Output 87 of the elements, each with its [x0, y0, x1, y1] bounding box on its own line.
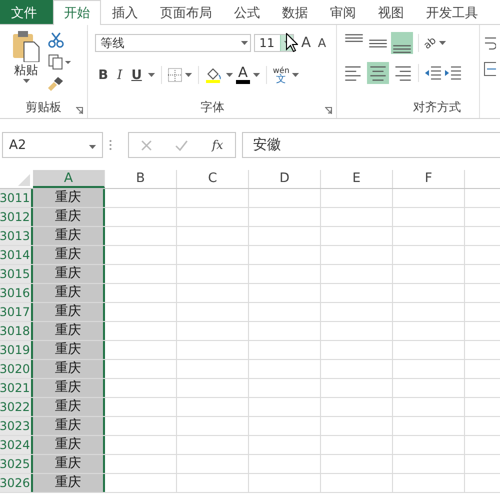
- row-header[interactable]: 3020: [0, 360, 33, 378]
- increase-indent-icon[interactable]: [444, 65, 462, 81]
- ribbon-tab[interactable]: 公式: [223, 0, 271, 24]
- align-button[interactable]: [367, 62, 390, 84]
- copy-icon[interactable]: [48, 54, 72, 70]
- column-header[interactable]: F: [393, 170, 465, 188]
- row-header[interactable]: 3019: [0, 341, 33, 359]
- table-cell: 重庆: [33, 417, 105, 435]
- fill-color-icon[interactable]: [204, 67, 223, 83]
- dialog-launcher-icon[interactable]: [76, 107, 84, 114]
- column-header[interactable]: E: [321, 170, 393, 188]
- caret-icon[interactable]: [292, 73, 300, 77]
- font-color-button[interactable]: A: [236, 66, 250, 84]
- table-cell: 重庆: [33, 379, 105, 397]
- row-header[interactable]: 3023: [0, 417, 33, 435]
- table-cell: 重庆: [33, 189, 105, 207]
- row-header[interactable]: 3016: [0, 284, 33, 302]
- table-cell: 重庆: [33, 474, 105, 492]
- group-label: 字体: [199, 99, 226, 116]
- insert-function-button[interactable]: fx: [212, 138, 224, 152]
- row-header[interactable]: 3018: [0, 322, 33, 340]
- table-cell: 重庆: [33, 455, 105, 473]
- table-cell: 重庆: [33, 227, 105, 245]
- table-cell: 重庆: [33, 303, 105, 321]
- grow-font-button[interactable]: A: [301, 35, 311, 51]
- column-header[interactable]: D: [249, 170, 321, 188]
- group-label: 对齐方式: [412, 99, 462, 116]
- table-cell: 重庆: [33, 284, 105, 302]
- italic-button[interactable]: I: [114, 68, 126, 82]
- table-cell: 重庆: [33, 246, 105, 264]
- check-icon[interactable]: [175, 140, 188, 150]
- column-header[interactable]: B: [105, 170, 177, 188]
- column-header[interactable]: C: [177, 170, 249, 188]
- table-cell: 重庆: [33, 398, 105, 416]
- ribbon-tab[interactable]: 审阅: [319, 0, 367, 24]
- row-header[interactable]: 3022: [0, 398, 33, 416]
- caret-icon[interactable]: [226, 73, 233, 77]
- format-painter-icon[interactable]: [48, 76, 64, 92]
- orientation-button[interactable]: ab: [422, 34, 439, 52]
- mouse-cursor-icon: [286, 33, 298, 52]
- formula-field[interactable]: 安徽: [242, 132, 500, 158]
- underline-button[interactable]: U: [128, 68, 145, 82]
- column-header[interactable]: A: [33, 170, 105, 188]
- paste-caret-icon[interactable]: [22, 79, 30, 83]
- row-header[interactable]: 3021: [0, 379, 33, 397]
- bold-button[interactable]: B: [95, 68, 112, 82]
- font-name-field[interactable]: 等线: [95, 34, 252, 52]
- ribbon-tab[interactable]: 视图: [367, 0, 415, 24]
- ribbon-tab[interactable]: 插入: [101, 0, 149, 24]
- caret-icon[interactable]: [184, 73, 192, 77]
- caret-icon[interactable]: [252, 73, 260, 77]
- row-header[interactable]: 3011: [0, 189, 33, 207]
- caret-icon[interactable]: [438, 41, 446, 45]
- table-cell: 重庆: [33, 360, 105, 378]
- borders-icon[interactable]: [168, 68, 182, 82]
- ribbon-tab[interactable]: 文件: [0, 0, 53, 24]
- align-button[interactable]: [391, 32, 414, 54]
- table-cell: 重庆: [33, 322, 105, 340]
- row-header[interactable]: 3015: [0, 265, 33, 283]
- row-header[interactable]: 3013: [0, 227, 33, 245]
- table-cell: 重庆: [33, 341, 105, 359]
- decrease-indent-icon[interactable]: [424, 65, 442, 81]
- grip-icon: [109, 139, 112, 151]
- table-cell: 重庆: [33, 436, 105, 454]
- ribbon-tab[interactable]: 页面布局: [149, 0, 223, 24]
- group-label: 剪贴板: [24, 99, 63, 116]
- paste-label[interactable]: 粘贴: [14, 62, 38, 79]
- row-header[interactable]: 3012: [0, 208, 33, 226]
- ribbon-tab[interactable]: 数据: [271, 0, 319, 24]
- row-header[interactable]: 3014: [0, 246, 33, 264]
- row-header[interactable]: 3024: [0, 436, 33, 454]
- row-header[interactable]: 3026: [0, 474, 33, 492]
- table-cell: 重庆: [33, 208, 105, 226]
- dialog-launcher-icon[interactable]: [325, 107, 332, 114]
- phonetic-button[interactable]: wén 文: [272, 66, 290, 84]
- name-box[interactable]: A2: [2, 132, 103, 158]
- ribbon-tab[interactable]: 开始: [53, 0, 101, 25]
- table-cell: 重庆: [33, 265, 105, 283]
- clipboard-icon[interactable]: [11, 30, 41, 62]
- shrink-font-button[interactable]: A: [318, 36, 326, 50]
- scissors-icon[interactable]: [48, 32, 64, 48]
- ribbon-tab[interactable]: 开发工具: [415, 0, 489, 24]
- row-header[interactable]: 3017: [0, 303, 33, 321]
- caret-icon[interactable]: [240, 41, 248, 45]
- caret-icon[interactable]: [89, 144, 96, 148]
- row-header[interactable]: 3025: [0, 455, 33, 473]
- caret-icon[interactable]: [148, 73, 155, 77]
